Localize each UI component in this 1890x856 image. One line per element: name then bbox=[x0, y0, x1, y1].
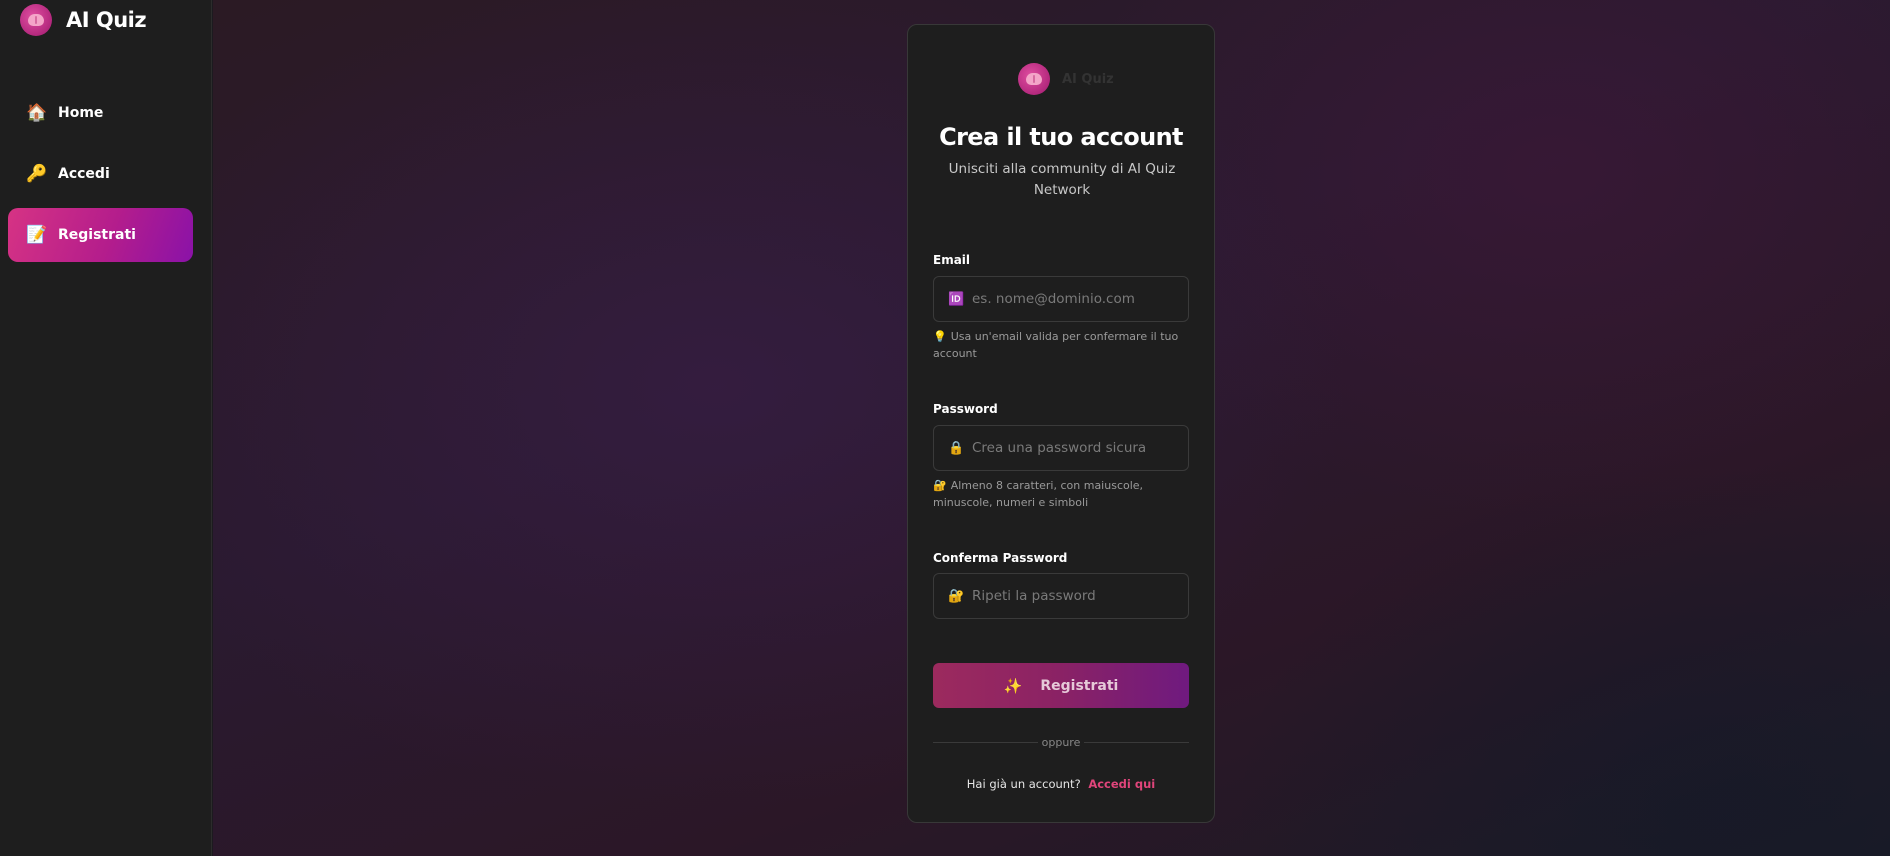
card-brand-name: AI Quiz bbox=[1062, 71, 1114, 87]
password-label: Password bbox=[933, 402, 998, 416]
email-label: Email bbox=[933, 253, 971, 267]
sidebar-nav: 🏠 Home 🔑 Accedi 📝 Registrati bbox=[8, 86, 193, 269]
register-button[interactable]: ✨ Registrati bbox=[933, 663, 1189, 708]
key-icon: 🔑 bbox=[26, 164, 48, 184]
lock-key-icon: 🔐 bbox=[933, 479, 947, 492]
memo-icon: 📝 bbox=[26, 225, 48, 245]
sidebar-item-label: Registrati bbox=[58, 227, 136, 243]
lightbulb-icon: 💡 bbox=[933, 330, 947, 343]
house-icon: 🏠 bbox=[26, 103, 48, 123]
email-field[interactable] bbox=[972, 291, 1188, 307]
brand-name: AI Quiz bbox=[66, 8, 147, 32]
signin-row: Hai già un account? Accedi qui bbox=[908, 777, 1214, 791]
sidebar: AI Quiz 🏠 Home 🔑 Accedi 📝 Registrati bbox=[0, 0, 212, 856]
email-hint-text: Usa un'email valida per confermare il tu… bbox=[933, 330, 1179, 360]
sparkles-icon: ✨ bbox=[1003, 676, 1023, 695]
register-button-label: Registrati bbox=[1040, 677, 1119, 694]
confirm-password-field[interactable] bbox=[972, 588, 1188, 604]
lock-icon: 🔒 bbox=[948, 440, 965, 456]
signin-link[interactable]: Accedi qui bbox=[1088, 777, 1155, 791]
lock-key-icon: 🔐 bbox=[948, 588, 965, 604]
sidebar-item-accedi[interactable]: 🔑 Accedi bbox=[8, 147, 193, 201]
sidebar-item-label: Accedi bbox=[58, 166, 110, 182]
page-subtitle: Unisciti alla community di AI Quiz Netwo… bbox=[948, 161, 1176, 198]
sidebar-item-registrati[interactable]: 📝 Registrati bbox=[8, 208, 193, 262]
password-input-box[interactable]: 🔒 bbox=[933, 425, 1189, 471]
signin-prompt: Hai già un account? bbox=[966, 777, 1081, 791]
id-card-icon: 🆔 bbox=[948, 291, 965, 307]
password-field[interactable] bbox=[972, 440, 1188, 456]
brain-logo-icon bbox=[1018, 63, 1050, 95]
sidebar-item-home[interactable]: 🏠 Home bbox=[8, 86, 193, 140]
confirm-password-label: Conferma Password bbox=[933, 551, 1068, 565]
card-brand: AI Quiz bbox=[1018, 63, 1114, 95]
brand[interactable]: AI Quiz bbox=[20, 4, 147, 36]
divider: oppure bbox=[933, 733, 1189, 751]
email-hint: 💡 Usa un'email valida per confermare il t… bbox=[933, 328, 1189, 362]
divider-text: oppure bbox=[1041, 735, 1081, 749]
signup-card: AI Quiz Crea il tuo account Unisciti all… bbox=[907, 24, 1215, 823]
sidebar-item-label: Home bbox=[58, 105, 104, 121]
page-title: Crea il tuo account bbox=[939, 123, 1183, 151]
password-hint: 🔐 Almeno 8 caratteri, con maiuscole, minu… bbox=[933, 477, 1189, 511]
password-hint-text: Almeno 8 caratteri, con maiuscole, minus… bbox=[933, 479, 1144, 509]
brain-logo-icon bbox=[20, 4, 52, 36]
email-input-box[interactable]: 🆔 bbox=[933, 276, 1189, 322]
confirm-password-input-box[interactable]: 🔐 bbox=[933, 573, 1189, 619]
